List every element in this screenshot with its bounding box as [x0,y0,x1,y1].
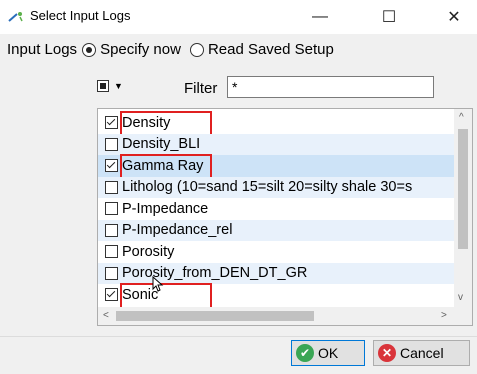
horizontal-scrollbar[interactable]: < > [98,307,455,325]
select-all-dropdown[interactable]: ▼ [97,80,123,92]
vertical-scrollbar[interactable]: ^ v [454,109,472,307]
cancel-label: Cancel [400,345,444,361]
log-list-item[interactable]: Porosity [98,241,455,263]
log-list-item[interactable]: P-Impedance_rel [98,219,455,241]
wand-icon [8,12,23,22]
log-checkbox[interactable] [105,159,118,173]
log-list-item[interactable]: Gamma Ray [98,154,455,180]
log-checkbox[interactable] [105,116,118,130]
log-list: Density Density_BLI Gamma Ray Litholog (10=… [97,108,473,326]
log-label: Density_BLI [122,136,201,153]
read-saved-setup-label[interactable]: Read Saved Setup [208,41,334,58]
horizontal-scroll-thumb[interactable] [116,311,314,321]
scroll-up-icon[interactable]: ^ [459,112,464,123]
footer-divider [0,336,477,337]
input-mode-row: Input Logs Specify now Read Saved Setup [7,41,334,58]
minimize-icon: — [312,8,328,25]
log-checkbox[interactable] [105,288,118,302]
maximize-button[interactable]: ☐ [366,0,412,34]
close-button[interactable]: ✕ [431,0,477,34]
input-logs-label: Input Logs [7,41,78,58]
filter-input[interactable] [227,76,434,98]
ok-button[interactable]: ✔ OK [291,340,365,366]
specify-now-radio[interactable] [82,42,97,57]
cancel-button[interactable]: ✕ Cancel [373,340,470,366]
log-checkbox[interactable] [105,266,118,280]
maximize-icon: ☐ [381,9,397,26]
log-checkbox[interactable] [105,180,118,194]
log-label: Porosity_from_DEN_DT_GR [122,265,308,282]
ok-label: OK [318,345,339,361]
log-checkbox[interactable] [105,245,118,259]
log-list-item[interactable]: P-Impedance [98,198,455,220]
scroll-left-icon[interactable]: < [103,310,109,321]
chevron-down-icon[interactable]: ▼ [114,81,123,91]
log-label: Gamma Ray [122,157,204,174]
window-title: Select Input Logs [30,8,131,23]
log-label: P-Impedance [122,200,209,217]
specify-now-label[interactable]: Specify now [100,41,181,58]
scroll-down-icon[interactable]: v [458,292,463,303]
log-label: Litholog (10=sand 15=silt 20=silty shale… [122,179,413,196]
minimize-button[interactable]: — [297,0,343,34]
mouse-pointer-icon [152,276,164,292]
log-label: Density [122,114,171,131]
scroll-corner [454,307,472,325]
log-label: P-Impedance_rel [122,222,233,239]
select-all-checkbox[interactable] [97,80,109,92]
log-checkbox[interactable] [105,223,118,237]
close-icon: ✕ [447,9,461,26]
log-checkbox[interactable] [105,202,118,216]
filter-label: Filter [184,80,218,97]
scroll-right-icon[interactable]: > [441,310,447,321]
log-list-item[interactable]: Litholog (10=sand 15=silt 20=silty shale… [98,176,455,198]
check-circle-icon: ✔ [296,344,314,362]
log-list-item[interactable]: Density [98,111,455,137]
title-bar: Select Input Logs — ☐ ✕ [0,0,477,34]
x-circle-icon: ✕ [378,344,396,362]
log-list-item[interactable]: Density_BLI [98,133,455,155]
log-checkbox[interactable] [105,137,118,151]
log-label: Porosity [122,243,175,260]
read-saved-setup-radio[interactable] [189,42,204,57]
vertical-scroll-thumb[interactable] [458,129,468,249]
